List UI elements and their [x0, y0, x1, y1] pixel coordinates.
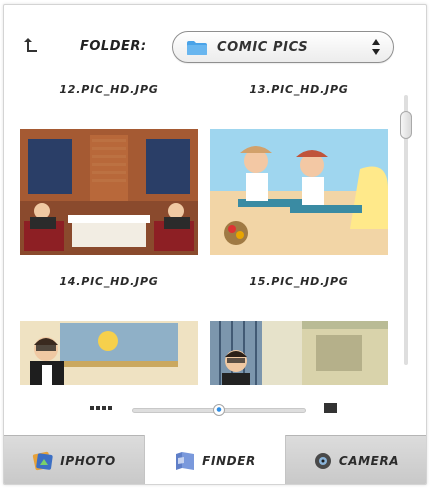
media-browser-panel: FOLDER: COMIC PICS 12.PIC_HD.JPG 13.PIC_… [3, 4, 427, 485]
tab-label: IPHOTO [60, 454, 116, 468]
folder-select[interactable]: COMIC PICS [172, 31, 394, 63]
camera-icon [314, 453, 331, 469]
folder-label: FOLDER: [80, 39, 147, 54]
beach-scene-image [210, 129, 388, 255]
hallway-scene-image [210, 321, 388, 385]
thumbnail-grid[interactable]: 12.PIC_HD.JPG 13.PIC_HD.JPG 14.PIC_HD.JP… [4, 77, 404, 385]
zoom-controls [4, 401, 426, 421]
zoom-slider-knob[interactable] [213, 404, 225, 416]
finder-icon [176, 451, 195, 470]
folder-icon [187, 41, 207, 55]
office-scene-image [20, 321, 198, 385]
tab-finder[interactable]: FINDER [144, 435, 286, 484]
small-thumbnails-icon[interactable] [90, 405, 112, 413]
filename-label: 15.PIC_HD.JPG [249, 275, 349, 288]
large-thumbnail-icon[interactable] [324, 402, 338, 414]
filename-label: 13.PIC_HD.JPG [249, 83, 349, 96]
tab-iphoto[interactable]: IPHOTO [4, 435, 144, 484]
iphoto-icon [33, 451, 53, 471]
thumbnail-dinner-scene[interactable] [20, 129, 198, 255]
source-tabs: IPHOTO FINDER CAMERA [4, 435, 426, 484]
thumbnail-beach-scene[interactable] [210, 129, 388, 255]
up-folder-icon [24, 38, 37, 52]
thumbnail-office-scene[interactable] [20, 321, 198, 385]
filename-label: 14.PIC_HD.JPG [59, 275, 159, 288]
dinner-scene-image [20, 129, 198, 255]
scrollbar-thumb[interactable] [400, 111, 412, 139]
vertical-scrollbar[interactable] [400, 95, 412, 365]
folder-select-value: COMIC PICS [217, 40, 309, 55]
tab-label: CAMERA [338, 454, 400, 468]
up-down-arrows-icon [372, 39, 380, 55]
tab-label: FINDER [202, 453, 256, 468]
up-folder-button[interactable] [18, 33, 44, 59]
filename-label: 12.PIC_HD.JPG [59, 83, 159, 96]
thumbnail-hallway-scene[interactable] [210, 321, 388, 385]
tab-camera[interactable]: CAMERA [286, 435, 426, 484]
